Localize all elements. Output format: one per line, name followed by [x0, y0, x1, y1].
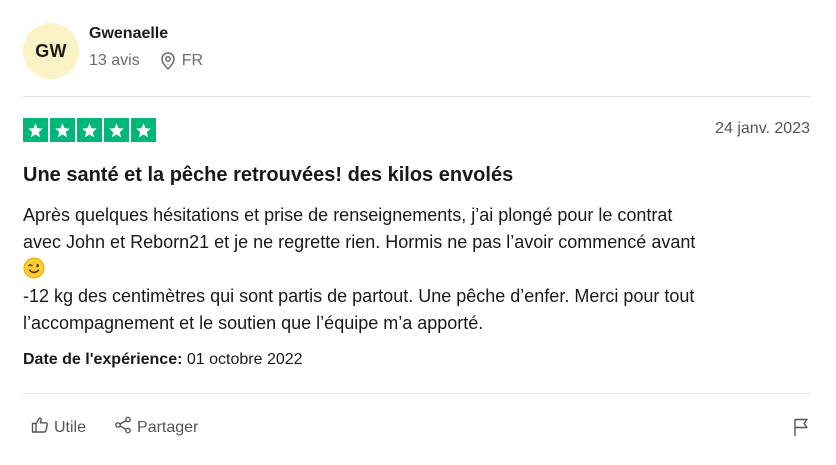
star-icon	[131, 118, 156, 142]
share-label: Partager	[137, 418, 199, 436]
review-body-line: l’accompagnement et le soutien que l’équ…	[23, 313, 484, 333]
avatar[interactable]: GW	[23, 23, 79, 79]
review-actions: Utile Partager	[31, 416, 198, 439]
review-body-line: Après quelques hésitations et prise de r…	[23, 205, 673, 225]
wink-emoji-icon	[23, 256, 813, 283]
experience-date-label: Date de l'expérience:	[23, 351, 183, 368]
share-icon	[114, 416, 137, 439]
flag-icon[interactable]	[792, 417, 810, 442]
review-body: Après quelques hésitations et prise de r…	[23, 202, 813, 337]
divider	[23, 393, 810, 394]
reviewer-meta: 13 avis FR	[89, 52, 203, 70]
review-title[interactable]: Une santé et la pêche retrouvées! des ki…	[23, 164, 513, 187]
star-icon	[104, 118, 129, 142]
review-body-line: -12 kg des centimètres qui sont partis d…	[23, 286, 695, 306]
review-body-line: avec John et Reborn21 et je ne regrette …	[23, 232, 696, 252]
useful-button[interactable]: Utile	[31, 416, 86, 439]
star-icon	[23, 118, 48, 142]
experience-date-value: 01 octobre 2022	[186, 351, 303, 368]
useful-label: Utile	[54, 418, 87, 436]
thumbs-up-icon	[31, 416, 54, 439]
review-count: 13 avis	[89, 52, 140, 69]
reviewer-name[interactable]: Gwenaelle	[89, 25, 168, 43]
experience-date: Date de l'expérience: 01 octobre 2022	[23, 351, 303, 369]
star-rating	[23, 118, 156, 142]
star-icon	[50, 118, 75, 142]
review-date: 24 janv. 2023	[715, 120, 810, 137]
divider	[23, 96, 810, 97]
share-button[interactable]: Partager	[114, 416, 198, 439]
star-icon	[77, 118, 102, 142]
reviewer-country: FR	[181, 52, 204, 69]
map-pin-icon	[160, 52, 176, 70]
